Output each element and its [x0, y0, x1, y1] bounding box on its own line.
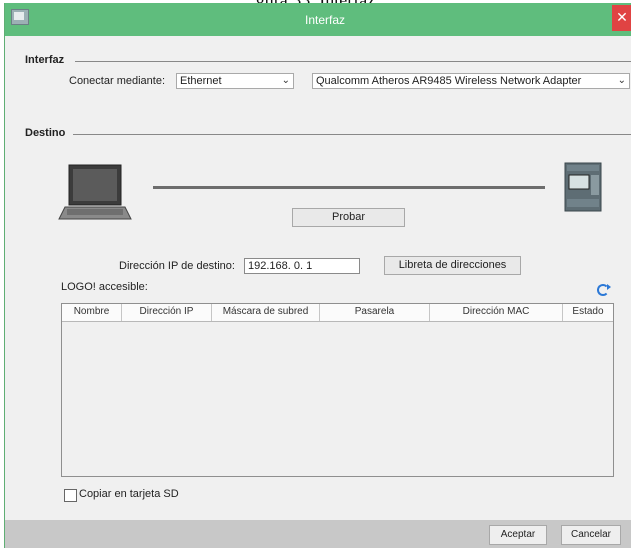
chevron-down-icon: ⌄ — [281, 75, 290, 86]
network-adapter-value: Qualcomm Atheros AR9485 Wireless Network… — [316, 75, 582, 87]
close-button[interactable]: ✕ — [612, 5, 631, 31]
devices-table[interactable]: Nombre Dirección IP Máscara de subred Pa… — [61, 303, 614, 477]
close-icon: ✕ — [616, 9, 628, 25]
title-bar: Interfaz ✕ — [5, 3, 631, 36]
table-header: Nombre Dirección IP Máscara de subred Pa… — [62, 304, 613, 322]
interface-section-label: Interfaz — [25, 54, 65, 66]
connection-type-select[interactable]: Ethernet ⌄ — [176, 73, 294, 89]
accessible-logo-label: LOGO! accesible: — [61, 281, 148, 293]
chevron-down-icon: ⌄ — [617, 75, 626, 86]
cancel-button[interactable]: Cancelar — [561, 525, 621, 545]
interface-dialog: Interfaz ✕ Interfaz Conectar mediante: E… — [4, 3, 631, 548]
column-header-mac[interactable]: Dirección MAC — [430, 304, 563, 321]
connect-via-label: Conectar mediante: — [69, 75, 165, 87]
column-header-name[interactable]: Nombre — [62, 304, 122, 321]
address-book-button[interactable]: Libreta de direcciones — [384, 256, 521, 275]
connection-line — [153, 186, 545, 189]
column-header-ip[interactable]: Dirección IP — [122, 304, 212, 321]
column-header-status[interactable]: Estado — [563, 304, 613, 321]
dialog-footer: Aceptar Cancelar — [5, 520, 631, 548]
destination-section-label: Destino — [25, 127, 66, 139]
destination-ip-input[interactable]: 192.168. 0. 1 — [244, 258, 360, 274]
network-adapter-select[interactable]: Qualcomm Atheros AR9485 Wireless Network… — [312, 73, 630, 89]
copy-to-sd-label: Copiar en tarjeta SD — [79, 488, 179, 500]
logo-device-icon — [564, 162, 602, 212]
laptop-icon — [58, 164, 132, 220]
destination-section-divider — [73, 134, 631, 135]
copy-to-sd-checkbox[interactable] — [64, 489, 77, 502]
logo-app-icon — [11, 9, 29, 25]
accept-button[interactable]: Aceptar — [489, 525, 547, 545]
refresh-icon[interactable] — [597, 284, 611, 296]
connection-type-value: Ethernet — [180, 75, 222, 87]
interface-section-divider — [75, 61, 631, 62]
column-header-gateway[interactable]: Pasarela — [320, 304, 430, 321]
column-header-subnet[interactable]: Máscara de subred — [212, 304, 320, 321]
window-title: Interfaz — [305, 13, 346, 27]
destination-ip-label: Dirección IP de destino: — [119, 260, 235, 272]
test-button[interactable]: Probar — [292, 208, 405, 227]
